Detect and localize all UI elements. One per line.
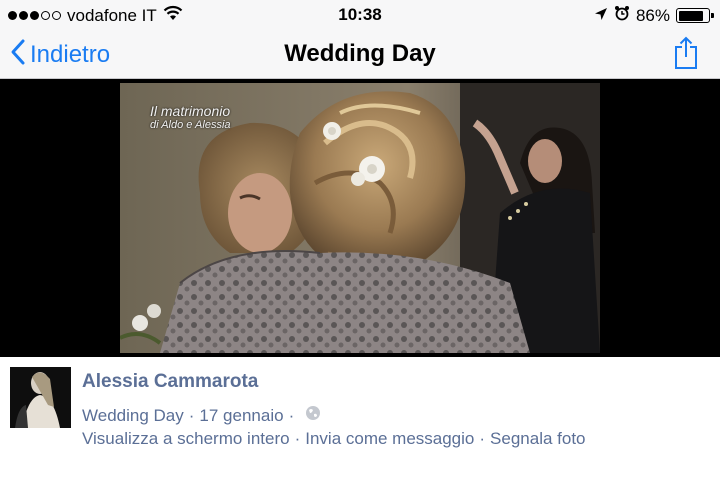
post-meta: Wedding Day · 17 gennaio · [82,405,321,426]
battery-percent: 86% [635,5,670,25]
photo-watermark: Il matrimonio di Aldo e Alessia [150,103,231,131]
send-as-message-link[interactable]: Invia come messaggio [305,429,474,449]
post-info: Alessia Cammarota Wedding Day · 17 genna… [0,357,720,480]
share-button[interactable] [674,36,698,75]
author-name-link[interactable]: Alessia Cammarota [82,371,258,393]
status-right: 86% [594,5,714,26]
watermark-line1: Il matrimonio [150,103,231,119]
alarm-clock-icon [614,5,630,26]
report-photo-link[interactable]: Segnala foto [490,429,585,449]
globe-icon [305,405,321,426]
battery-icon [676,8,714,23]
navigation-bar: Indietro Wedding Day [0,32,720,79]
separator: · [294,429,301,448]
separator: · [479,429,486,448]
watermark-line2: di Aldo e Alessia [150,119,231,131]
status-bar: vodafone IT 10:38 86% [0,0,720,32]
photo-viewer[interactable]: Il matrimonio di Aldo e Alessia [0,79,720,357]
separator: · [288,405,295,425]
page-title: Wedding Day [284,40,436,67]
album-link[interactable]: Wedding Day [82,406,184,426]
photo-actions: Visualizza a schermo intero · Invia come… [82,429,586,449]
view-fullscreen-link[interactable]: Visualizza a schermo intero [82,429,290,449]
avatar[interactable] [10,367,71,428]
battery-fill [678,10,704,21]
separator: · [188,405,195,425]
post-date: 17 gennaio [199,405,284,425]
share-icon [674,36,698,74]
location-arrow-icon [594,6,608,26]
